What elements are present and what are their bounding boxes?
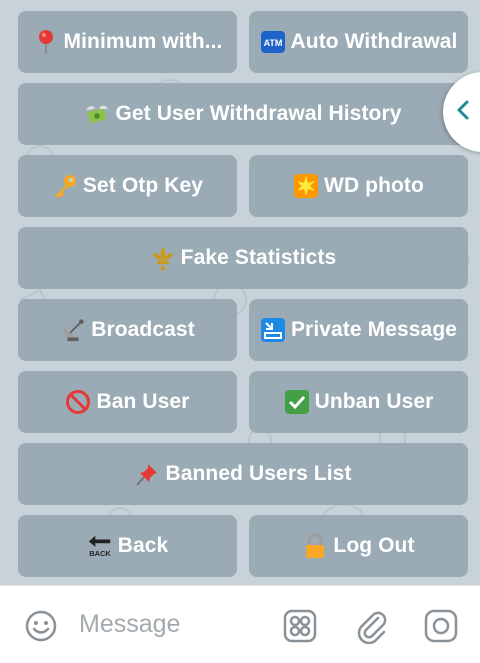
money-with-wings-icon	[84, 101, 110, 127]
svg-text:ATM: ATM	[263, 38, 282, 48]
unban-user-button[interactable]: Unban User	[249, 371, 468, 433]
minimum-withdrawal-label: Minimum with...	[63, 30, 223, 53]
wd-photo-button[interactable]: WD photo	[249, 155, 468, 217]
bot-keyboard-icon[interactable]	[282, 608, 318, 644]
round-pushpin-icon	[33, 29, 59, 55]
private-message-button[interactable]: Private Message	[249, 299, 468, 361]
broadcast-label: Broadcast	[91, 318, 195, 341]
auto-withdrawal-button[interactable]: ATM Auto Withdrawal	[249, 11, 468, 73]
banned-users-list-button[interactable]: Banned Users List	[18, 443, 468, 505]
locked-icon	[302, 533, 328, 559]
inbox-arrow-icon	[260, 317, 286, 343]
eight-pointed-star-icon	[293, 173, 319, 199]
svg-text:BACK: BACK	[89, 549, 111, 558]
emoji-icon[interactable]	[23, 608, 59, 644]
prohibited-icon	[65, 389, 91, 415]
private-message-label: Private Message	[290, 318, 458, 341]
attach-icon[interactable]	[353, 608, 389, 644]
set-otp-key-button[interactable]: Set Otp Key	[18, 155, 237, 217]
minimum-withdrawal-button[interactable]: Minimum with...	[18, 11, 237, 73]
ban-user-button[interactable]: Ban User	[18, 371, 237, 433]
atm-icon: ATM	[260, 29, 286, 55]
log-out-label: Log Out	[333, 534, 415, 557]
back-arrow-icon: BACK	[87, 533, 113, 559]
fleur-de-lis-icon	[150, 245, 176, 271]
broadcast-button[interactable]: Broadcast	[18, 299, 237, 361]
satellite-antenna-icon	[60, 317, 86, 343]
wd-photo-label: WD photo	[324, 174, 424, 197]
withdrawal-history-label: Get User Withdrawal History	[115, 102, 402, 125]
log-out-button[interactable]: Log Out	[249, 515, 468, 577]
set-otp-key-label: Set Otp Key	[82, 174, 204, 197]
message-input[interactable]: Message	[79, 610, 180, 639]
unban-user-label: Unban User	[314, 390, 434, 413]
camera-icon[interactable]	[423, 608, 459, 644]
back-label: Back	[117, 534, 169, 557]
check-mark-button-icon	[284, 389, 310, 415]
banned-users-list-label: Banned Users List	[165, 462, 352, 485]
auto-withdrawal-label: Auto Withdrawal	[290, 30, 458, 53]
back-button[interactable]: BACK Back	[18, 515, 237, 577]
message-input-bar: Message	[0, 585, 480, 663]
bot-reply-keyboard: Minimum with... ATM Auto Withdrawal Get …	[0, 0, 480, 585]
chevron-left-icon	[453, 99, 473, 126]
fake-statistics-button[interactable]: Fake Statisticts	[18, 227, 468, 289]
withdrawal-history-button[interactable]: Get User Withdrawal History	[18, 83, 468, 145]
ban-user-label: Ban User	[96, 390, 190, 413]
fake-statistics-label: Fake Statisticts	[180, 246, 337, 269]
pushpin-icon	[134, 461, 160, 487]
key-icon	[52, 173, 78, 199]
